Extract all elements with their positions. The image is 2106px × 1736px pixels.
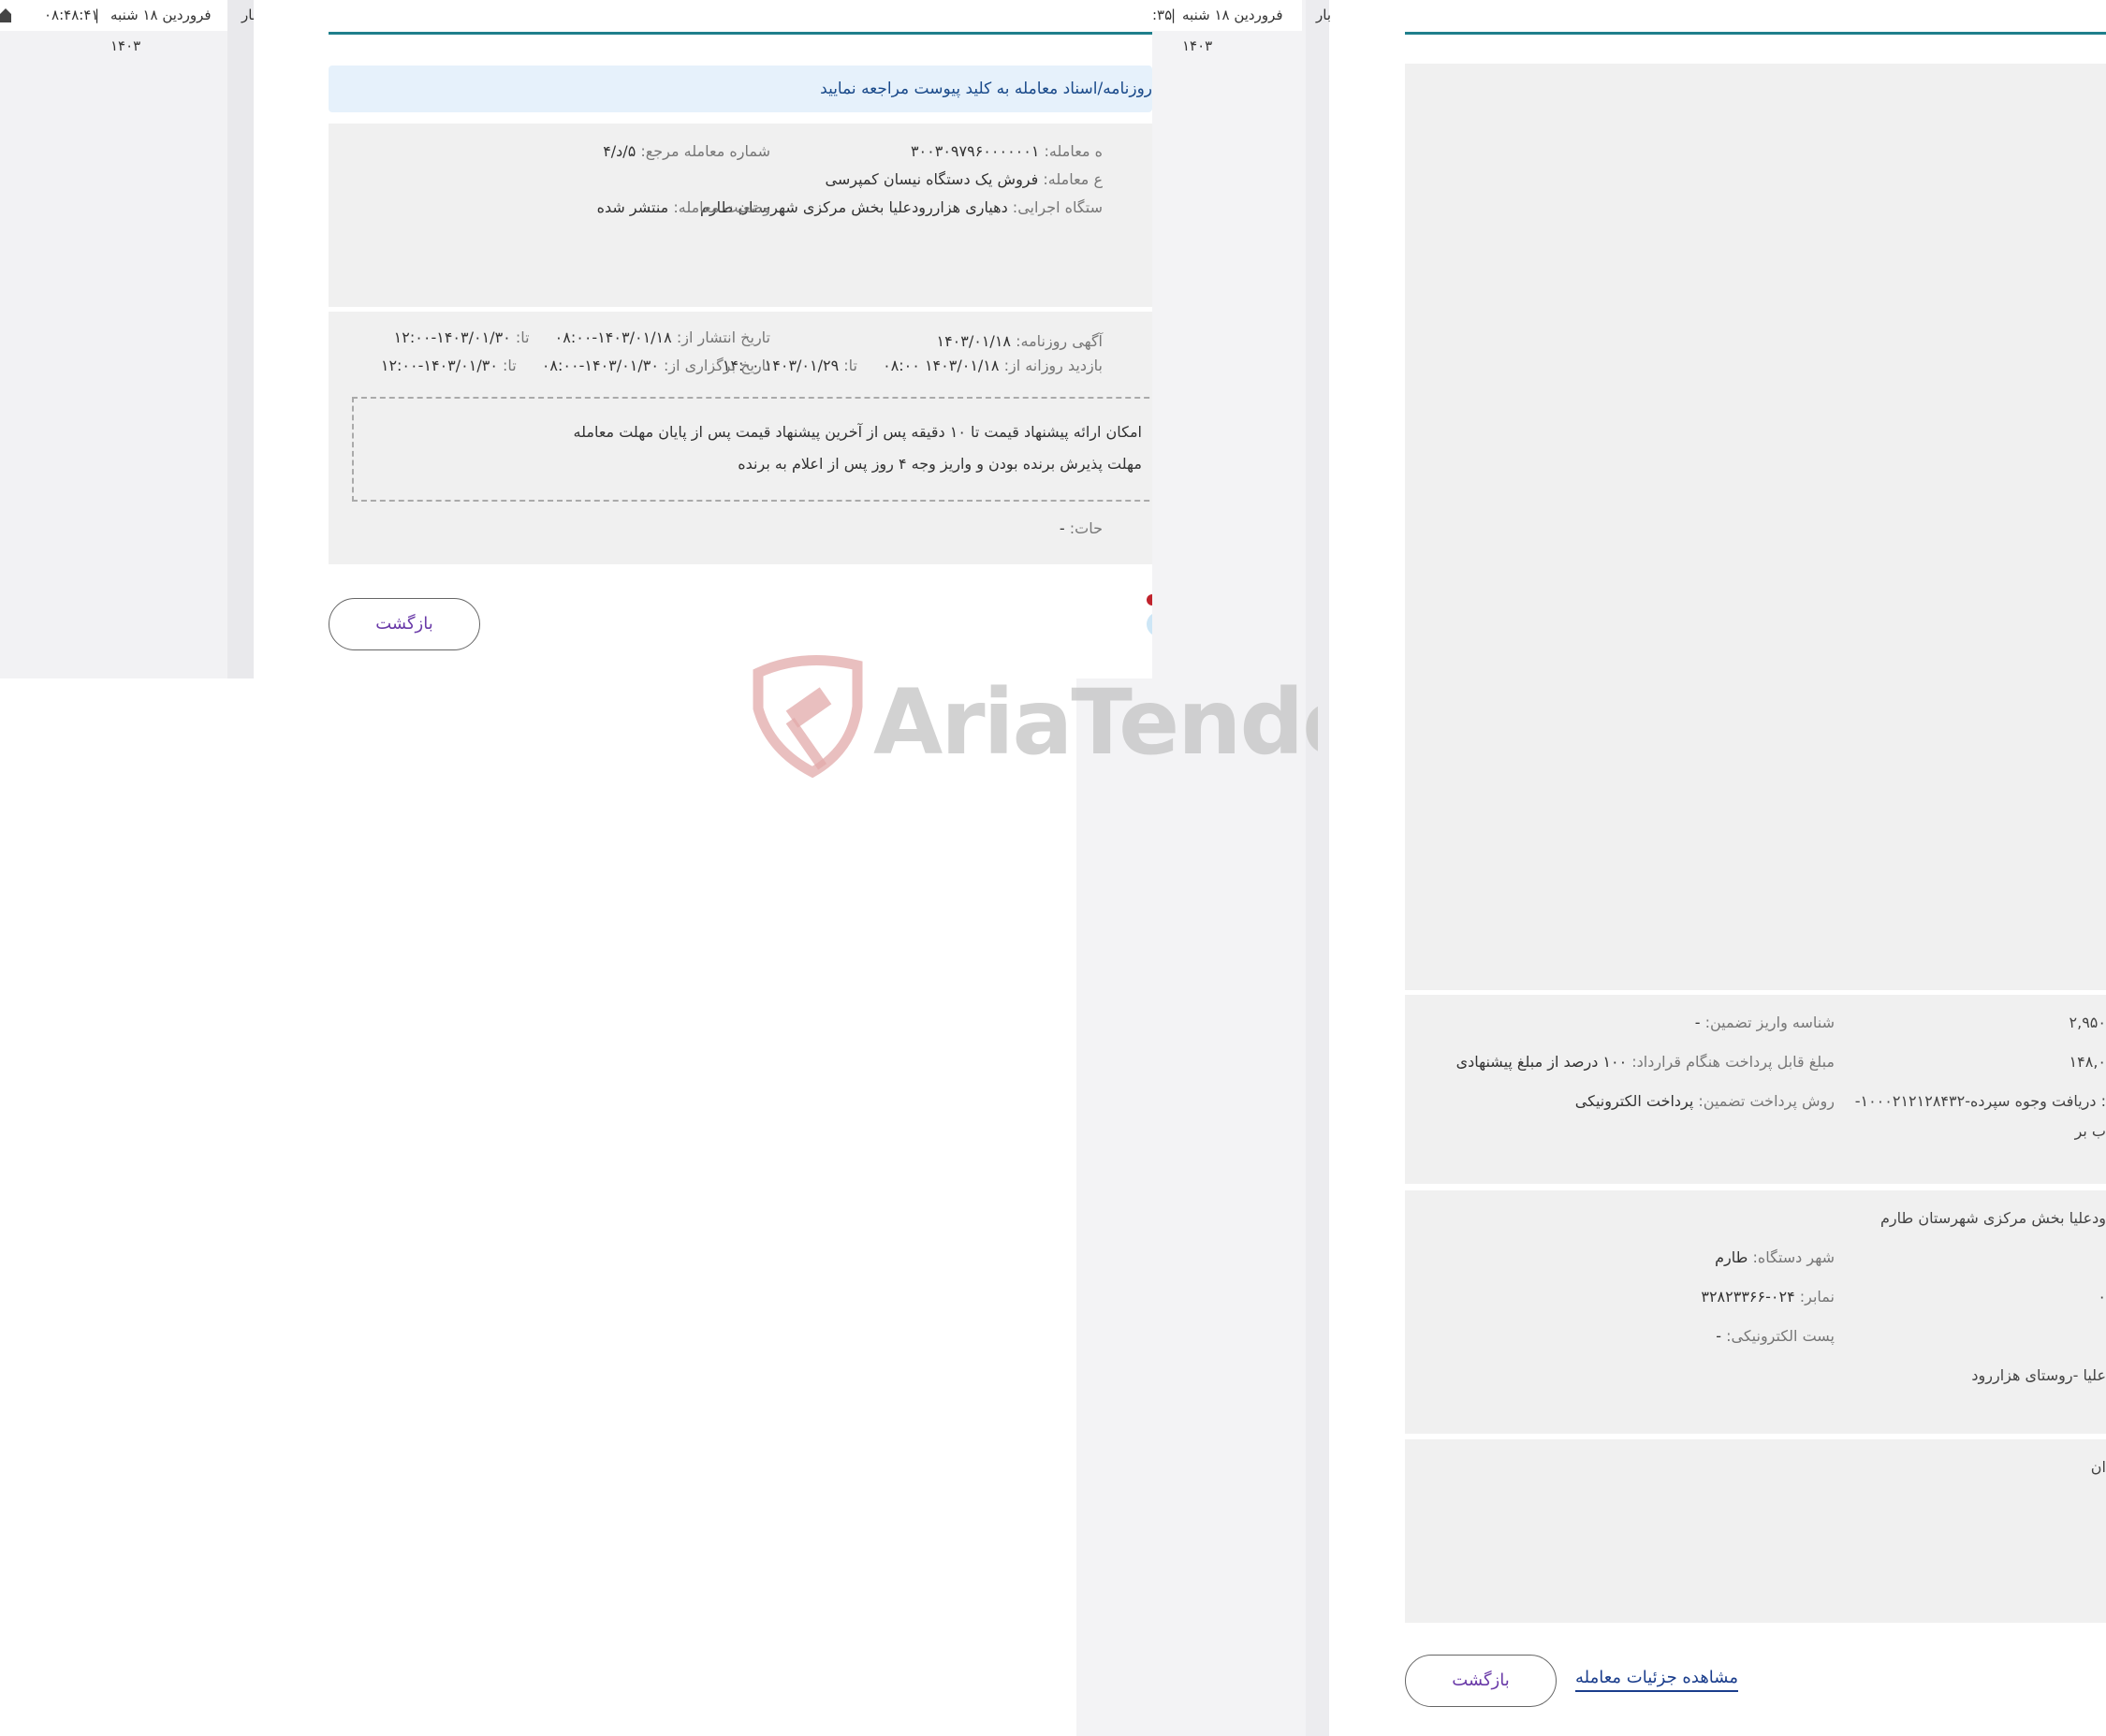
agency-address: علیا -روستای هزاررود [1971,1366,2106,1384]
panel1-date: فروردین ۱۸ شنبه ۱۴۰۳ [1182,7,1283,54]
guarantee-account: : دریافت وجوه سپرده-۱۰۰۰۲۱۲۱۲۸۴۳۲- [1854,1092,2106,1110]
deal-subject: فروش یک دستگاه نیسان کمپرسی [825,170,1039,188]
deal-info-box: ه معامله: ۳۰۰۳۰۹۷۹۶۰۰۰۰۰۰۱ شماره معامله … [329,124,1152,307]
hold-row: تاریخ برگزاری از: ۱۴۰۳/۰۱/۳۰-۰۸:۰۰ تا: ۱… [381,357,770,374]
ref-number-row: شماره معامله مرجع: ۵/د/۴ [603,142,770,160]
panel1-separator: | [1171,7,1177,23]
alert-dot-icon [1147,594,1152,605]
action-button-fragment[interactable] [1147,612,1152,636]
email-value: - [1716,1327,1721,1345]
attachment-notice: روزنامه/اسناد معامله به کلید پیوست مراجع… [329,66,1152,112]
deal-panel-2: ۲,۹۵۰ شناسه واریز تضمین: - ۱۴۸,۰ مبلغ قا… [1330,0,2106,1736]
notes-row: حات: - [1060,519,1103,537]
guarantee-id-row: شناسه واریز تضمین: - [1695,1014,1835,1031]
publish-row: تاریخ انتشار از: ۱۴۰۳/۰۱/۱۸-۰۸:۰۰ تا: ۱۴… [394,328,770,346]
middle-background-edge [1306,0,1329,1736]
visit-from: ۱۴۰۳/۰۱/۱۸ ۰۸:۰۰ [883,357,1000,374]
back-button-2[interactable]: بازگشت [1405,1655,1557,1707]
notes-label: حات: [1069,519,1103,537]
subject-label: ع معامله: [1043,170,1103,188]
contract-amount: ۱۴۸,۰ [2069,1053,2106,1071]
left-time: ۰۸:۴۸:۴۱ [44,7,99,23]
condition-item: مهلت پذیرش برنده بودن و واریز وجه ۴ روز … [738,455,1142,473]
publish-to: ۱۴۰۳/۰۱/۳۰-۱۲:۰۰ [393,328,511,346]
guarantee-id: - [1694,1014,1701,1031]
notice-text: روزنامه/اسناد معامله به کلید پیوست مراجع… [820,80,1152,98]
home-icon[interactable] [0,7,11,22]
publish-to-label: تا: [515,328,530,346]
shield-gavel-icon [753,655,863,779]
ref-number-label: شماره معامله مرجع: [640,142,770,160]
deal-panel-1: روزنامه/اسناد معامله به کلید پیوست مراجع… [254,0,1152,678]
agency-contact-box: ودعلیا بخش مرکزی شهرستان طارم شهر دستگاه… [1405,1190,2106,1434]
condition-text: مهلت پذیرش برنده بودن و واریز وجه ۴ روز … [738,455,1142,473]
visit-row: بازدید روزانه از: ۱۴۰۳/۰۱/۱۸ ۰۸:۰۰ تا: ۱… [723,357,1103,374]
status-row: وضعیت معامله: منتشر شده [597,198,770,216]
contract-payment-row: مبلغ قابل پرداخت هنگام قرارداد: ۱۰۰ درصد… [1456,1053,1835,1071]
payment-method-label: روش پرداخت تضمین: [1698,1092,1835,1110]
ad-date-label: آگهی روزنامه: [1016,332,1103,350]
guarantee-amount: ۲,۹۵۰ [2069,1014,2106,1031]
ref-number: ۵/د/۴ [603,142,636,160]
panel2-accent-line [1405,32,2106,35]
email-row: پست الکترونیکی: - [1716,1327,1835,1345]
contract-payment-value: ۱۰۰ درصد از مبلغ پیشنهادی [1455,1053,1628,1071]
extra-info-box: ان [1405,1439,2106,1623]
panel1-topbar: :۳۵ | فروردین ۱۸ شنبه ۱۴۰۳ [1152,0,1302,54]
hold-to: ۱۴۰۳/۰۱/۳۰-۱۲:۰۰ [380,357,498,374]
panel1-time: :۳۵ [1152,7,1173,23]
email-label: پست الکترونیکی: [1726,1327,1835,1345]
payment-method: پرداخت الکترونیکی [1574,1092,1694,1110]
panel1-cut-label: بار [1316,7,1331,23]
visit-to-label: تا: [843,357,857,374]
deal-number: ۳۰۰۳۰۹۷۹۶۰۰۰۰۰۰۱ [910,142,1040,160]
guarantee-id-label: شناسه واریز تضمین: [1704,1014,1835,1031]
left-background-edge [227,0,254,678]
left-separator: | [95,7,100,23]
payment-method-row: روش پرداخت تضمین: پرداخت الکترونیکی [1575,1092,1835,1110]
deal-status: منتشر شده [596,198,669,216]
deal-number-label: ه معامله: [1044,142,1103,160]
guarantee-account-line2: ب بر [2074,1122,2106,1140]
condition-item: امکان ارائه پیشنهاد قیمت تا ۱۰ دقیقه پس … [574,423,1143,441]
ad-date-row: آگهی روزنامه: ۱۴۰۳/۰۱/۱۸ [936,332,1103,350]
agency-phone: ۰ [2098,1288,2106,1306]
hold-label: تاریخ برگزاری از: [664,357,770,374]
hold-to-label: تا: [503,357,517,374]
visit-label: بازدید روزانه از: [1003,357,1103,374]
status-label: وضعیت معامله: [673,198,770,216]
condition-text: امکان ارائه پیشنهاد قیمت تا ۱۰ دقیقه پس … [573,423,1143,441]
city-value: طارم [1715,1248,1748,1266]
watermark-text: AriaTender.neT [873,670,1318,775]
back-button[interactable]: بازگشت [329,598,480,650]
notes-value: - [1059,519,1065,537]
subject-row: ع معامله: فروش یک دستگاه نیسان کمپرسی [826,170,1103,188]
fax-row: نمابر: ۰۲۴-۳۲۸۲۳۳۶۶ [1701,1288,1835,1306]
guarantee-box: ۲,۹۵۰ شناسه واریز تضمین: - ۱۴۸,۰ مبلغ قا… [1405,995,2106,1184]
extra-info-label: ان [2090,1458,2106,1476]
agency-city-row: شهر دستگاه: طارم [1715,1248,1835,1266]
ad-date: ۱۴۰۳/۰۱/۱۸ [936,332,1011,350]
hold-from: ۱۴۰۳/۰۱/۳۰-۰۸:۰۰ [541,357,659,374]
publish-label: تاریخ انتشار از: [676,328,770,346]
publish-from: ۱۴۰۳/۰۱/۱۸-۰۸:۰۰ [554,328,672,346]
document-preview-area [1405,64,2106,990]
agency-name: ودعلیا بخش مرکزی شهرستان طارم [1880,1209,2106,1227]
view-deal-details-link[interactable]: مشاهده جزئیات معامله [1575,1668,1738,1692]
fax-label: نمابر: [1799,1288,1835,1306]
deal-number-row: ه معامله: ۳۰۰۳۰۹۷۹۶۰۰۰۰۰۰۱ [911,142,1103,160]
watermark-logo: AriaTender.neT [753,655,1318,779]
agency-label: ستگاه اجرایی: [1012,198,1103,216]
contract-payment-label: مبلغ قابل پرداخت هنگام قرارداد: [1631,1053,1835,1071]
city-label: شهر دستگاه: [1752,1248,1835,1266]
conditions-box: امکان ارائه پیشنهاد قیمت تا ۱۰ دقیقه پس … [352,397,1152,502]
fax-value: ۰۲۴-۳۲۸۲۳۳۶۶ [1701,1288,1795,1306]
left-background [0,0,227,678]
left-topbar: ۰۸:۴۸:۴۱ | فروردین ۱۸ شنبه ۱۴۰۳ [0,0,227,54]
panel1-accent-line [329,32,1152,35]
left-date: فروردین ۱۸ شنبه ۱۴۰۳ [110,7,212,54]
